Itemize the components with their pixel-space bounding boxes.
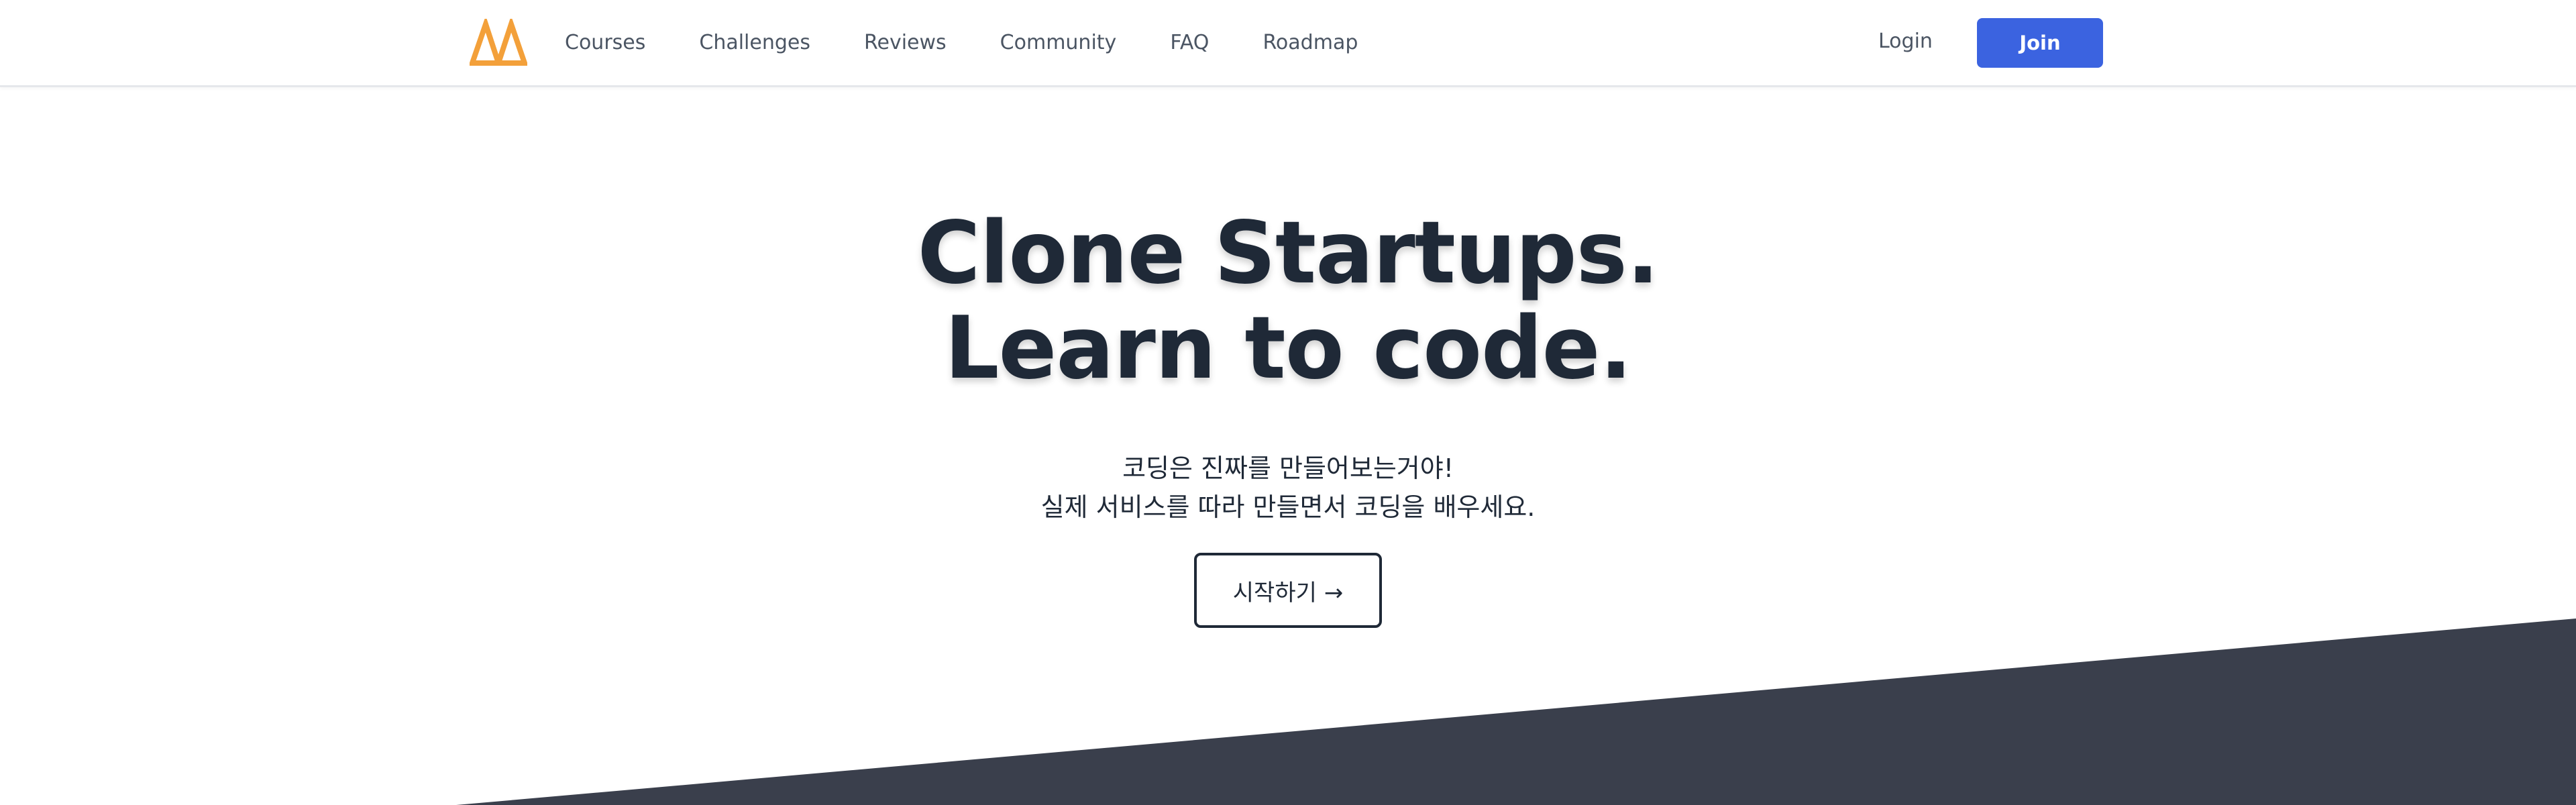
main-navigation: Courses Challenges Reviews Community FAQ… — [565, 0, 1411, 85]
page: Courses Challenges Reviews Community FAQ… — [0, 0, 2576, 805]
nav-community-link[interactable]: Community — [1000, 31, 1117, 54]
login-link[interactable]: Login — [1878, 30, 1933, 53]
nav-challenges-link[interactable]: Challenges — [699, 31, 810, 54]
join-button[interactable]: Join — [1977, 18, 2103, 68]
dark-diagonal-section — [456, 619, 2576, 805]
orange-m-logo-icon[interactable] — [470, 19, 527, 66]
nav-courses-link[interactable]: Courses — [565, 31, 645, 54]
navbar: Courses Challenges Reviews Community FAQ… — [0, 0, 2576, 87]
nav-reviews-link[interactable]: Reviews — [864, 31, 947, 54]
nav-roadmap-link[interactable]: Roadmap — [1263, 31, 1358, 54]
nav-faq-link[interactable]: FAQ — [1170, 31, 1209, 54]
